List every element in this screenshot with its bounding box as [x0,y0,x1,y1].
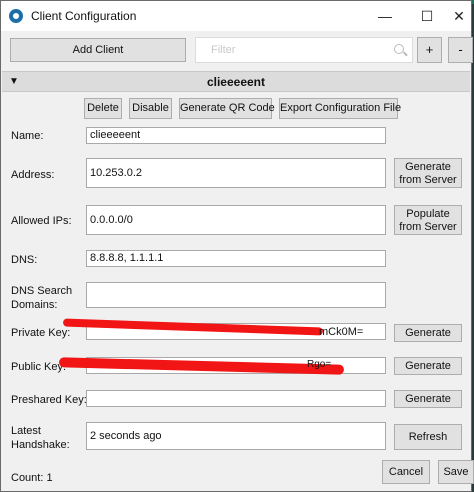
disable-button[interactable]: Disable [129,98,172,119]
refresh-button[interactable]: Refresh [394,424,462,450]
dns-input[interactable]: 8.8.8.8, 1.1.1.1 [86,250,386,267]
generate-from-server-button[interactable]: Generate from Server [394,158,462,188]
preshared-key-input[interactable] [86,390,386,407]
latest-handshake-label: Latest Handshake: [11,425,70,451]
delete-button[interactable]: Delete [84,98,122,119]
minimize-button[interactable]: — [363,1,407,31]
search-icon [394,44,404,54]
public-key-visible-tail: Rgo= [307,359,332,370]
save-button[interactable]: Save [438,460,474,484]
client-group-header[interactable]: ▼ clieeeeent [2,71,470,92]
dns-search-domains-input[interactable] [86,282,386,308]
maximize-button[interactable]: ☐ [405,1,449,31]
count-label: Count: 1 [11,472,53,484]
generate-private-key-button[interactable]: Generate [394,324,462,342]
remove-button[interactable]: - [448,37,473,63]
close-button[interactable]: ✕ [447,1,471,31]
generate-public-key-button[interactable]: Generate [394,357,462,375]
client-header-name: clieeeeent [206,75,266,89]
private-key-label: Private Key: [11,327,71,339]
export-configuration-button[interactable]: Export Configuration File [279,98,401,119]
address-input[interactable]: 10.253.0.2 [86,158,386,188]
dns-search-domains-label: DNS Search Domains: [11,285,73,311]
generate-qr-code-button[interactable]: Generate QR Code [179,98,275,119]
add-client-button[interactable]: Add Client [10,38,186,62]
allowed-ips-input[interactable]: 0.0.0.0/0 [86,205,386,235]
address-label: Address: [11,169,55,181]
dns-label: DNS: [11,254,38,266]
populate-from-server-button[interactable]: Populate from Server [394,205,462,235]
filter-placeholder: Filter [211,44,236,56]
latest-handshake-value: 2 seconds ago [86,422,386,450]
name-input[interactable]: clieeeeent [86,127,386,144]
preshared-key-label: Preshared Key: [11,394,87,406]
cancel-button[interactable]: Cancel [382,460,430,484]
allowed-ips-label: Allowed IPs: [11,215,72,227]
public-key-label: Public Key: [11,361,67,373]
generate-preshared-key-button[interactable]: Generate [394,390,462,408]
client-configuration-window: Client Configuration — ☐ ✕ Add Client Fi… [0,0,474,492]
add-button[interactable]: + [417,37,442,63]
title-bar: Client Configuration — ☐ ✕ [1,1,471,31]
name-label: Name: [11,130,44,142]
filter-input[interactable]: Filter [195,37,413,63]
wireguard-app-icon [9,9,23,23]
window-title: Client Configuration [31,9,137,23]
private-key-visible-tail: mCk0M= [319,326,364,338]
